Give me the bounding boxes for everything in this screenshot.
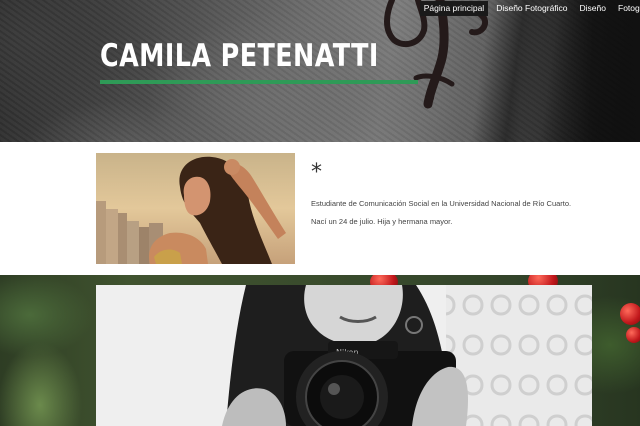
camera-photo: Nikon (96, 285, 592, 426)
berry-decoration (620, 303, 640, 325)
bio-line-birthday: Nací un 24 de julio. Hija y hermana mayo… (311, 217, 453, 226)
bio-heading: * (311, 160, 322, 185)
hero-dark-edge (520, 0, 640, 142)
profile-section: * Estudiante de Comunicación Social en l… (0, 142, 640, 275)
hero-header: Página principal Diseño Fotográfico Dise… (0, 0, 640, 142)
nav-item-home[interactable]: Página principal (419, 1, 489, 16)
berry-decoration (626, 327, 640, 343)
nav-item-photo-design[interactable]: Diseño Fotográfico (492, 1, 571, 16)
bio-line-studies: Estudiante de Comunicación Social en la … (311, 199, 572, 208)
main-nav: Página principal Diseño Fotográfico Dise… (419, 1, 640, 16)
nav-item-design[interactable]: Diseño (576, 1, 610, 16)
tattoo-graphic (384, 0, 488, 109)
title-underline (100, 80, 418, 84)
camera-photo-art: Nikon (96, 285, 592, 426)
site-title[interactable]: CAMILA PETENATTI (100, 38, 379, 74)
profile-photo (96, 153, 295, 264)
nav-item-photography[interactable]: Fotogra (614, 1, 640, 16)
profile-photo-art (96, 153, 295, 264)
gallery-band: Nikon (0, 275, 640, 426)
